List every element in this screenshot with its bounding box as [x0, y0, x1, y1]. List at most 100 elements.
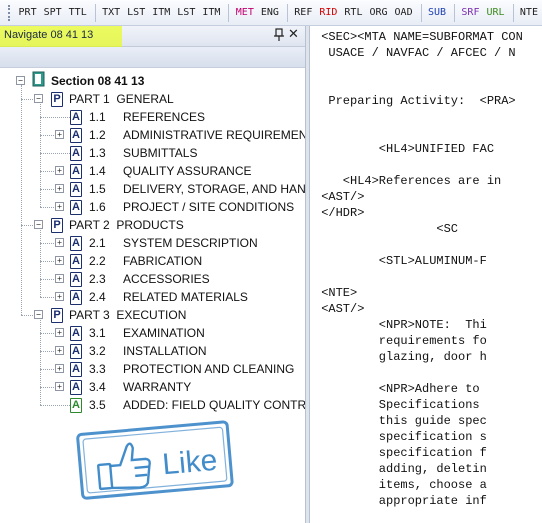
tree-connector-line	[21, 225, 35, 226]
tree-article-1-4[interactable]: A 1.4 QUALITY ASSURANCE	[70, 162, 305, 180]
article-number: 1.3	[89, 146, 106, 160]
toolbar-button-lst[interactable]: LST	[174, 7, 198, 18]
tree-connector-line	[40, 261, 56, 262]
toolbar-button-lst[interactable]: LST	[124, 7, 148, 18]
collapse-toggle[interactable]: −	[34, 310, 43, 319]
article-number: 3.3	[89, 362, 106, 376]
article-number: 3.2	[89, 344, 106, 358]
article-title: ADMINISTRATIVE REQUIREMENTS	[123, 128, 305, 142]
tree-connector-line	[40, 243, 56, 244]
article-document-icon: A	[70, 379, 82, 395]
expand-toggle[interactable]: +	[55, 274, 64, 283]
collapse-toggle[interactable]: −	[16, 76, 25, 85]
code-line: specification f	[378, 446, 487, 460]
article-title: WARRANTY	[123, 380, 192, 394]
expand-toggle[interactable]: +	[55, 166, 64, 175]
toolbar-button-rtl[interactable]: RTL	[341, 7, 365, 18]
code-line: requirements fo	[378, 334, 487, 348]
collapse-toggle[interactable]: −	[34, 94, 43, 103]
close-icon[interactable]: ✕	[288, 27, 299, 42]
tree-article-1-6[interactable]: A 1.6 PROJECT / SITE CONDITIONS	[70, 198, 305, 216]
expand-toggle[interactable]: +	[55, 328, 64, 337]
article-document-icon: A	[70, 163, 82, 179]
expand-toggle[interactable]: +	[55, 256, 64, 265]
article-document-icon: A	[70, 127, 82, 143]
article-document-icon: A	[70, 271, 82, 287]
toolbar-button-spt[interactable]: SPT	[41, 7, 65, 18]
article-number: 2.2	[89, 254, 106, 268]
collapse-toggle[interactable]: −	[34, 220, 43, 229]
nav-pane-toolbar-strip	[0, 47, 305, 68]
tree-article-2-4[interactable]: A 2.4 RELATED MATERIALS	[70, 288, 305, 306]
expand-toggle[interactable]: +	[55, 238, 64, 247]
article-number: 3.5	[89, 398, 106, 412]
article-document-icon: A	[70, 181, 82, 197]
toolbar-button-met[interactable]: MET	[233, 7, 257, 18]
tree-part-1[interactable]: P PART 1 GENERAL	[51, 90, 174, 108]
tree-section-root[interactable]: Section 08 41 13	[32, 71, 144, 90]
expand-toggle[interactable]: +	[55, 130, 64, 139]
expand-toggle[interactable]: +	[55, 184, 64, 193]
code-line: <SEC><MTA NAME=SUBFORMAT CON	[321, 30, 523, 44]
code-line: specification s	[378, 430, 487, 444]
toolbar-button-itm[interactable]: ITM	[149, 7, 173, 18]
tree-article-1-3[interactable]: A 1.3 SUBMITTALS	[70, 144, 305, 162]
expand-toggle[interactable]: +	[55, 292, 64, 301]
part-document-icon: P	[51, 307, 63, 323]
article-document-icon: A	[70, 289, 82, 305]
tree-connector-line	[40, 369, 56, 370]
article-title: RELATED MATERIALS	[123, 290, 248, 304]
article-number: 2.1	[89, 236, 106, 250]
tree-article-3-2[interactable]: A 3.2 INSTALLATION	[70, 342, 305, 360]
tree-article-2-1[interactable]: A 2.1 SYSTEM DESCRIPTION	[70, 234, 305, 252]
part-label: PART 3 EXECUTION	[69, 308, 187, 322]
toolbar-grip[interactable]	[8, 4, 12, 21]
sgml-editor[interactable]: <SEC><MTA NAME=SUBFORMAT CON USACE / NAVF…	[310, 26, 542, 523]
toolbar-button-itm[interactable]: ITM	[199, 7, 223, 18]
toolbar-button-oad[interactable]: OAD	[392, 7, 416, 18]
tree-article-3-3[interactable]: A 3.3 PROTECTION AND CLEANING	[70, 360, 305, 378]
toolbar-button-srf[interactable]: SRF	[458, 7, 482, 18]
tree-article-3-5[interactable]: A 3.5 ADDED: FIELD QUALITY CONTROL	[70, 396, 305, 414]
code-line: <AST/>	[321, 190, 365, 204]
expand-toggle[interactable]: +	[55, 382, 64, 391]
tree-article-1-5[interactable]: A 1.5 DELIVERY, STORAGE, AND HANDL	[70, 180, 305, 198]
tree-connector-line	[21, 85, 22, 315]
toolbar-button-eng[interactable]: ENG	[258, 7, 282, 18]
tree-article-2-3[interactable]: A 2.3 ACCESSORIES	[70, 270, 305, 288]
tree-connector-line	[40, 320, 41, 405]
code-line: this guide spec	[378, 414, 487, 428]
toolbar-button-nte[interactable]: NTE	[517, 7, 541, 18]
part-label: PART 1 GENERAL	[69, 92, 174, 106]
pin-icon[interactable]	[273, 28, 285, 42]
toolbar-button-sub[interactable]: SUB	[425, 7, 449, 18]
expand-toggle[interactable]: +	[55, 364, 64, 373]
expand-toggle[interactable]: +	[55, 346, 64, 355]
tree-connector-line	[40, 117, 70, 118]
code-line: <SC	[436, 222, 458, 236]
toolbar-button-ttl[interactable]: TTL	[66, 7, 90, 18]
tree-article-1-1[interactable]: A 1.1 REFERENCES	[70, 108, 305, 126]
toolbar-button-url[interactable]: URL	[483, 7, 507, 18]
article-title: SYSTEM DESCRIPTION	[123, 236, 258, 250]
tree-article-3-4[interactable]: A 3.4 WARRANTY	[70, 378, 305, 396]
toolbar-button-txt[interactable]: TXT	[99, 7, 123, 18]
code-line: Specifications	[378, 398, 480, 412]
tree-part-2[interactable]: P PART 2 PRODUCTS	[51, 216, 184, 234]
article-title: SUBMITTALS	[123, 146, 198, 160]
tree-article-2-2[interactable]: A 2.2 FABRICATION	[70, 252, 305, 270]
tree-article-1-2[interactable]: A 1.2 ADMINISTRATIVE REQUIREMENTS	[70, 126, 305, 144]
toolbar-button-ref[interactable]: REF	[291, 7, 315, 18]
tree-part-3[interactable]: P PART 3 EXECUTION	[51, 306, 186, 324]
thumbs-up-icon	[97, 442, 151, 491]
article-document-icon: A	[70, 397, 82, 413]
toolbar-button-prt[interactable]: PRT	[16, 7, 40, 18]
expand-toggle[interactable]: +	[55, 202, 64, 211]
tree-article-3-1[interactable]: A 3.1 EXAMINATION	[70, 324, 305, 342]
code-line: appropriate inf	[378, 494, 487, 508]
article-document-icon: A	[70, 325, 82, 341]
article-document-icon: A	[70, 343, 82, 359]
toolbar-button-org[interactable]: ORG	[366, 7, 390, 18]
toolbar-button-rid[interactable]: RID	[316, 7, 340, 18]
part-label: PART 2 PRODUCTS	[69, 218, 184, 232]
